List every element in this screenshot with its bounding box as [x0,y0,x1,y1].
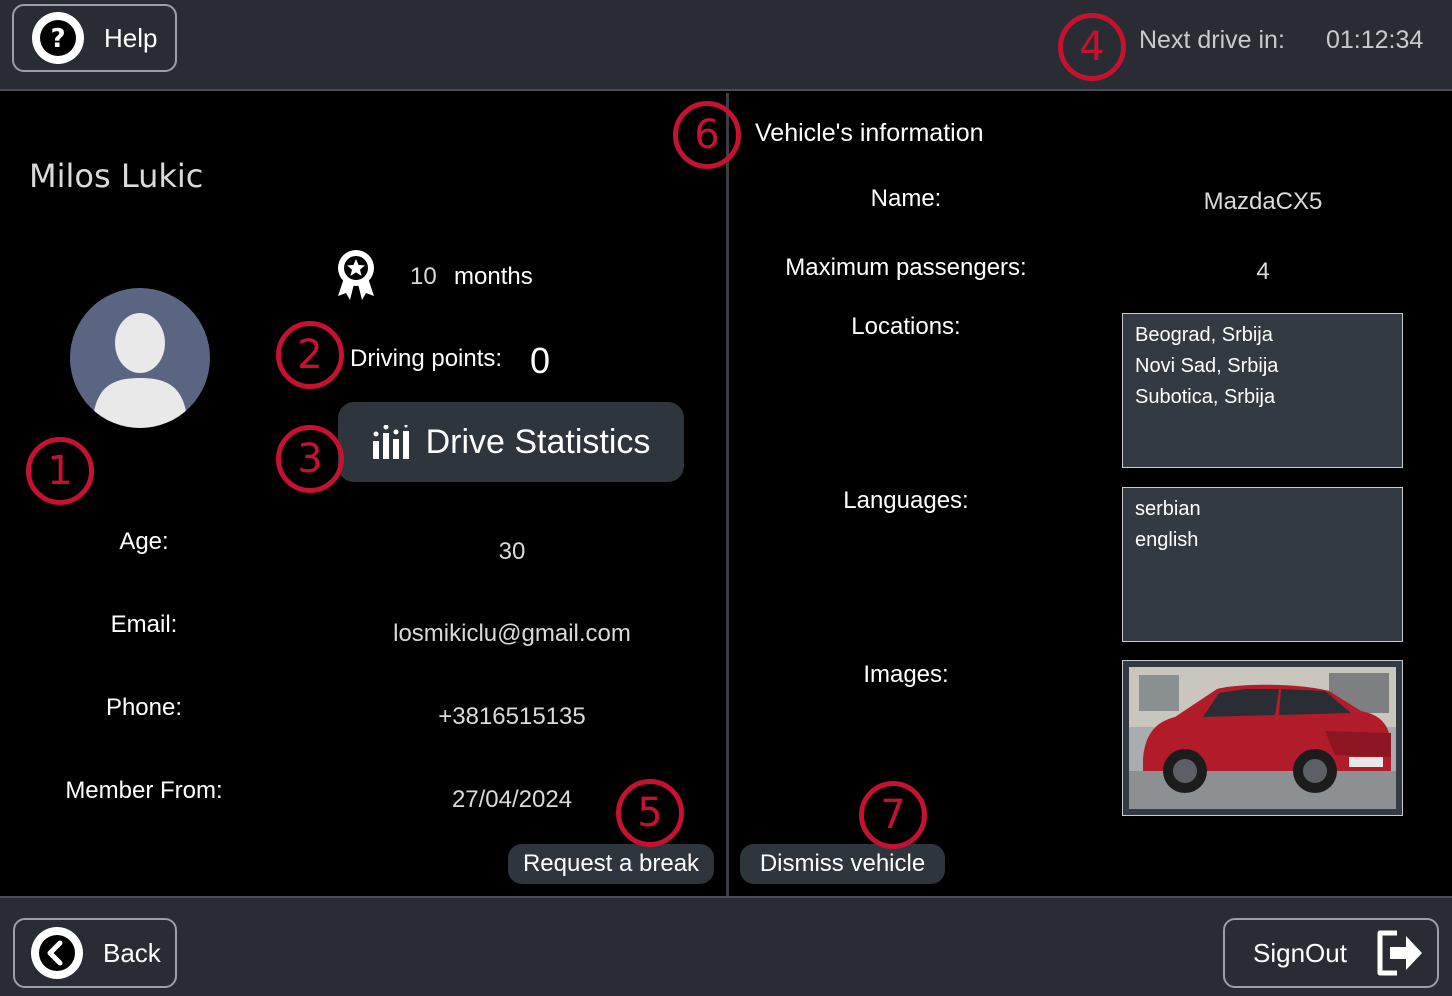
driving-points-label: Driving points: [350,345,503,372]
locations-label: Locations: [851,313,961,340]
next-drive-label: Next drive in: [1139,26,1285,54]
location-item[interactable]: Beograd, Srbija [1135,320,1390,351]
images-label: Images: [863,661,949,688]
max-passengers-label: Maximum passengers: [785,254,1027,281]
email-label: Email: [110,611,178,638]
languages-list[interactable]: serbian english [1122,487,1403,642]
award-icon [334,248,378,307]
tenure-unit: months [454,263,533,290]
marker-7: 7 [859,781,927,849]
drive-statistics-button[interactable]: Drive Statistics [338,402,684,482]
vehicle-photo [1129,667,1396,809]
avatar [70,288,210,428]
max-passengers-value: 4 [1256,258,1270,285]
locations-list[interactable]: Beograd, Srbija Novi Sad, Srbija Subotic… [1122,313,1403,468]
signout-button[interactable]: SignOut [1223,918,1439,988]
user-silhouette-icon [92,313,188,428]
request-break-button[interactable]: Request a break [508,844,714,884]
marker-3: 3 [276,425,344,493]
drive-statistics-label: Drive Statistics [425,422,651,461]
help-icon: ? [32,12,84,64]
svg-text:?: ? [50,24,65,54]
member-from-label: Member From: [65,777,223,804]
help-label: Help [104,22,158,53]
phone-value: +3816515135 [438,703,586,730]
driving-points-value: 0 [530,340,551,381]
dismiss-vehicle-label: Dismiss vehicle [759,850,926,877]
bar-chart-icon [372,425,410,459]
location-item[interactable]: Subotica, Srbija [1135,382,1390,413]
marker-4: 4 [1058,13,1126,81]
languages-label: Languages: [843,487,969,514]
logout-icon [1375,930,1423,976]
signout-label: SignOut [1253,937,1347,968]
top-bar: ? Help Next drive in: 01:12:34 [0,0,1452,91]
back-label: Back [103,937,161,968]
bottom-bar: Back SignOut [0,896,1452,996]
language-item[interactable]: serbian [1135,494,1390,525]
marker-5: 5 [616,779,684,847]
phone-label: Phone: [105,694,183,721]
location-item[interactable]: Novi Sad, Srbija [1135,351,1390,382]
vehicle-info-title: Vehicle's information [755,119,984,147]
marker-2: 2 [276,321,344,389]
email-value: losmikiclu@gmail.com [393,620,631,647]
chevron-left-icon [31,927,83,979]
language-item[interactable]: english [1135,525,1390,556]
request-break-label: Request a break [522,850,700,877]
marker-6: 6 [673,101,741,169]
back-button[interactable]: Back [13,918,177,988]
help-button[interactable]: ? Help [12,4,177,72]
age-label: Age: [119,528,169,555]
age-value: 30 [498,538,526,565]
dismiss-vehicle-button[interactable]: Dismiss vehicle [740,844,945,884]
marker-1: 1 [26,437,94,505]
next-drive-time: 01:12:34 [1326,26,1424,54]
profile-name: Milos Lukic [29,157,204,195]
tenure-value: 10 [410,263,437,290]
vehicle-name-label: Name: [870,185,942,212]
panel-divider [726,93,729,896]
vehicle-name-value: MazdaCX5 [1203,188,1323,215]
vehicle-image-box[interactable] [1122,660,1403,816]
